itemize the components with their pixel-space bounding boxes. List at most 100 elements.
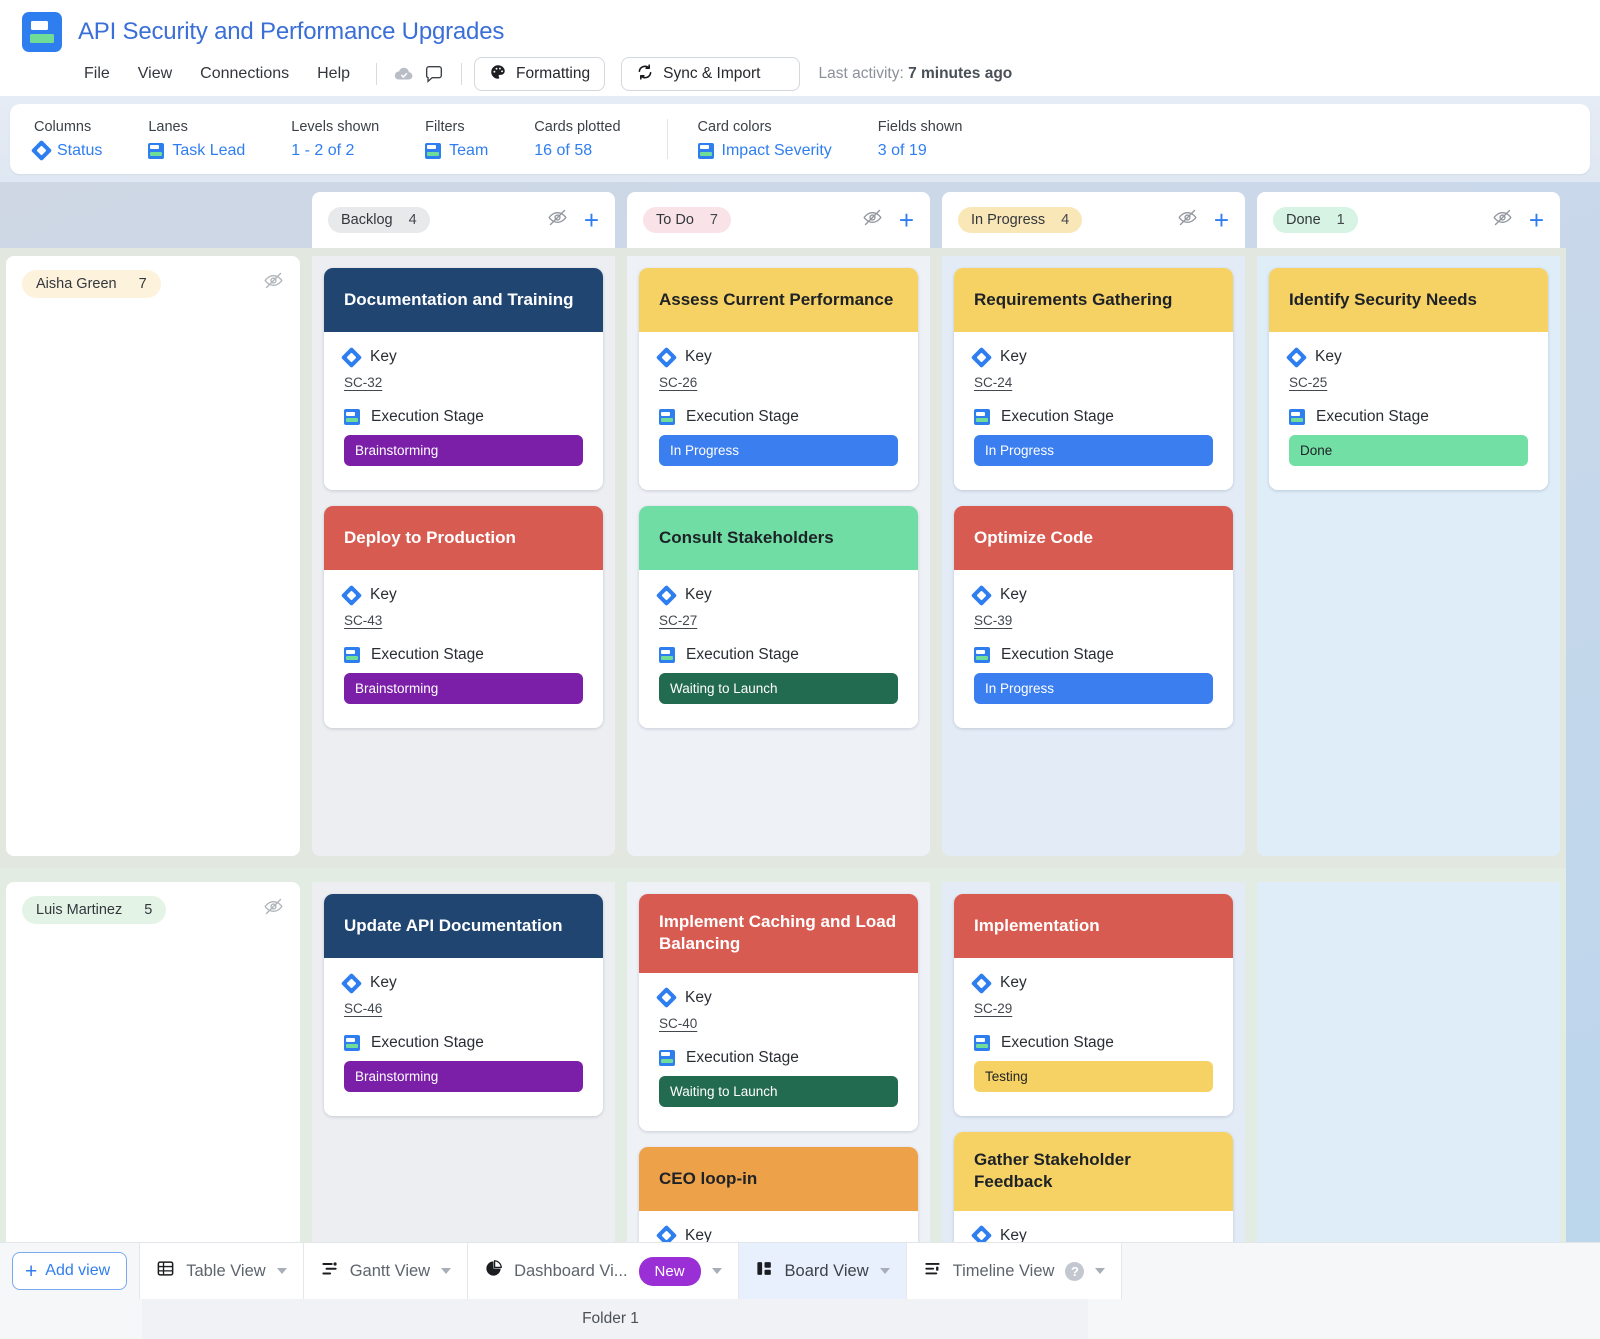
select-field-icon bbox=[148, 143, 164, 159]
tab-timeline-view[interactable]: Timeline View? bbox=[906, 1243, 1123, 1299]
diamond-field-icon bbox=[341, 972, 362, 993]
card-header: CEO loop-in bbox=[639, 1147, 918, 1211]
field-value-key: SC-40 bbox=[659, 1016, 898, 1031]
card-field-execution-stage: Execution Stage Done bbox=[1289, 408, 1528, 466]
help-icon[interactable]: ? bbox=[1065, 1262, 1084, 1281]
add-card-button[interactable]: + bbox=[1214, 207, 1229, 233]
board-grid: Backlog 4 + To Do 7 + bbox=[0, 182, 1600, 1242]
card-drop-zone[interactable]: Identify Security Needs Key SC-25 Execut… bbox=[1257, 256, 1560, 856]
chevron-down-icon[interactable] bbox=[277, 1268, 287, 1274]
eye-off-icon[interactable] bbox=[263, 904, 284, 921]
comment-icon[interactable] bbox=[419, 59, 449, 89]
kanban-card[interactable]: Identify Security Needs Key SC-25 Execut… bbox=[1269, 268, 1548, 490]
menu-connections[interactable]: Connections bbox=[186, 61, 303, 87]
title-row: API Security and Performance Upgrades bbox=[0, 0, 1600, 52]
kanban-card[interactable]: Update API Documentation Key SC-46 Execu… bbox=[324, 894, 603, 1116]
lane-chip[interactable]: Luis Martinez 5 bbox=[22, 896, 166, 924]
kanban-card[interactable]: Assess Current Performance Key SC-26 Exe… bbox=[639, 268, 918, 490]
filter-value-columns[interactable]: Status bbox=[34, 142, 102, 160]
menu-file[interactable]: File bbox=[70, 61, 124, 87]
board-cell: Assess Current Performance Key SC-26 Exe… bbox=[621, 248, 936, 868]
card-drop-zone[interactable]: Update API Documentation Key SC-46 Execu… bbox=[312, 882, 615, 1242]
chevron-down-icon[interactable] bbox=[712, 1268, 722, 1274]
kanban-card[interactable]: Implementation Key SC-29 Execution Stage… bbox=[954, 894, 1233, 1116]
card-drop-zone[interactable]: Documentation and Training Key SC-32 Exe… bbox=[312, 256, 615, 856]
card-header: Gather Stakeholder Feedback bbox=[954, 1132, 1233, 1211]
menu-help[interactable]: Help bbox=[303, 61, 364, 87]
card-header: Deploy to Production bbox=[324, 506, 603, 570]
chevron-down-icon[interactable] bbox=[441, 1268, 451, 1274]
status-badge[interactable]: In Progress bbox=[659, 435, 898, 466]
card-drop-zone[interactable]: Implement Caching and Load Balancing Key… bbox=[627, 882, 930, 1242]
card-body: Key SC-26 Execution Stage In Progress bbox=[639, 332, 918, 490]
filter-value-levels[interactable]: 1 - 2 of 2 bbox=[291, 142, 379, 160]
add-view-button[interactable]: + Add view bbox=[12, 1252, 127, 1290]
filter-value-filters[interactable]: Team bbox=[425, 142, 488, 160]
status-badge[interactable]: Brainstorming bbox=[344, 1061, 583, 1092]
lane-header-1: Luis Martinez 5 bbox=[6, 882, 300, 1242]
add-card-button[interactable]: + bbox=[1529, 207, 1544, 233]
view-tabs: + Add view Table ViewGantt ViewDashboard… bbox=[0, 1243, 1600, 1299]
column-chip[interactable]: In Progress 4 bbox=[958, 207, 1082, 233]
lane-name: Aisha Green bbox=[36, 276, 117, 292]
status-badge[interactable]: Waiting to Launch bbox=[659, 1076, 898, 1107]
chevron-down-icon[interactable] bbox=[880, 1268, 890, 1274]
kanban-card[interactable]: Deploy to Production Key SC-43 Execution… bbox=[324, 506, 603, 728]
field-label: Key bbox=[1000, 1227, 1027, 1242]
card-field-key: Key SC-40 bbox=[659, 989, 898, 1031]
tab-board-view[interactable]: Board View bbox=[738, 1243, 906, 1299]
sync-import-button[interactable]: Sync & Import bbox=[621, 57, 800, 91]
add-card-button[interactable]: + bbox=[584, 207, 599, 233]
kanban-card[interactable]: CEO loop-in Key bbox=[639, 1147, 918, 1242]
tab-table-view[interactable]: Table View bbox=[139, 1243, 303, 1299]
divider bbox=[461, 63, 462, 85]
eye-off-icon[interactable] bbox=[1177, 207, 1198, 233]
column-name: Done bbox=[1286, 212, 1321, 228]
chevron-down-icon[interactable] bbox=[1095, 1268, 1105, 1274]
filter-value-cards-plotted[interactable]: 16 of 58 bbox=[534, 142, 620, 160]
kanban-card[interactable]: Consult Stakeholders Key SC-27 Execution… bbox=[639, 506, 918, 728]
card-drop-zone[interactable] bbox=[1257, 882, 1560, 1242]
lane-chip[interactable]: Aisha Green 7 bbox=[22, 270, 161, 298]
field-label: Execution Stage bbox=[686, 646, 799, 664]
filter-value-lanes[interactable]: Task Lead bbox=[148, 142, 245, 160]
column-chip[interactable]: Backlog 4 bbox=[328, 207, 430, 233]
select-field-icon bbox=[974, 1035, 990, 1051]
field-label: Key bbox=[685, 989, 712, 1007]
cloud-check-icon[interactable] bbox=[389, 59, 419, 89]
card-drop-zone[interactable]: Implementation Key SC-29 Execution Stage… bbox=[942, 882, 1245, 1242]
field-label: Key bbox=[1000, 586, 1027, 604]
filter-value-text: Task Lead bbox=[172, 142, 245, 160]
card-header: Assess Current Performance bbox=[639, 268, 918, 332]
card-drop-zone[interactable]: Requirements Gathering Key SC-24 Executi… bbox=[942, 256, 1245, 856]
status-badge[interactable]: Waiting to Launch bbox=[659, 673, 898, 704]
card-drop-zone[interactable]: Assess Current Performance Key SC-26 Exe… bbox=[627, 256, 930, 856]
folder-row[interactable]: Folder 1 bbox=[142, 1299, 1088, 1339]
formatting-button[interactable]: Formatting bbox=[474, 57, 605, 91]
status-badge[interactable]: Done bbox=[1289, 435, 1528, 466]
kanban-card[interactable]: Optimize Code Key SC-39 Execution Stage … bbox=[954, 506, 1233, 728]
column-chip[interactable]: To Do 7 bbox=[643, 207, 731, 233]
eye-off-icon[interactable] bbox=[547, 207, 568, 233]
status-badge[interactable]: Brainstorming bbox=[344, 673, 583, 704]
eye-off-icon[interactable] bbox=[1492, 207, 1513, 233]
kanban-card[interactable]: Implement Caching and Load Balancing Key… bbox=[639, 894, 918, 1131]
menu-view[interactable]: View bbox=[124, 61, 186, 87]
add-card-button[interactable]: + bbox=[899, 207, 914, 233]
eye-off-icon[interactable] bbox=[862, 207, 883, 233]
kanban-card[interactable]: Gather Stakeholder Feedback Key bbox=[954, 1132, 1233, 1242]
status-badge[interactable]: In Progress bbox=[974, 435, 1213, 466]
column-header-in-progress: In Progress 4 + bbox=[936, 182, 1251, 248]
status-badge[interactable]: Testing bbox=[974, 1061, 1213, 1092]
card-title: Implementation bbox=[974, 915, 1100, 937]
kanban-card[interactable]: Requirements Gathering Key SC-24 Executi… bbox=[954, 268, 1233, 490]
status-badge[interactable]: Brainstorming bbox=[344, 435, 583, 466]
filter-value-card-colors[interactable]: Impact Severity bbox=[698, 142, 832, 160]
column-chip[interactable]: Done 1 bbox=[1273, 207, 1358, 233]
status-badge[interactable]: In Progress bbox=[974, 673, 1213, 704]
filter-value-fields-shown[interactable]: 3 of 19 bbox=[878, 142, 963, 160]
eye-off-icon[interactable] bbox=[263, 278, 284, 295]
tab-dashboard-vi[interactable]: Dashboard Vi...New bbox=[467, 1243, 737, 1299]
kanban-card[interactable]: Documentation and Training Key SC-32 Exe… bbox=[324, 268, 603, 490]
tab-gantt-view[interactable]: Gantt View bbox=[303, 1243, 467, 1299]
